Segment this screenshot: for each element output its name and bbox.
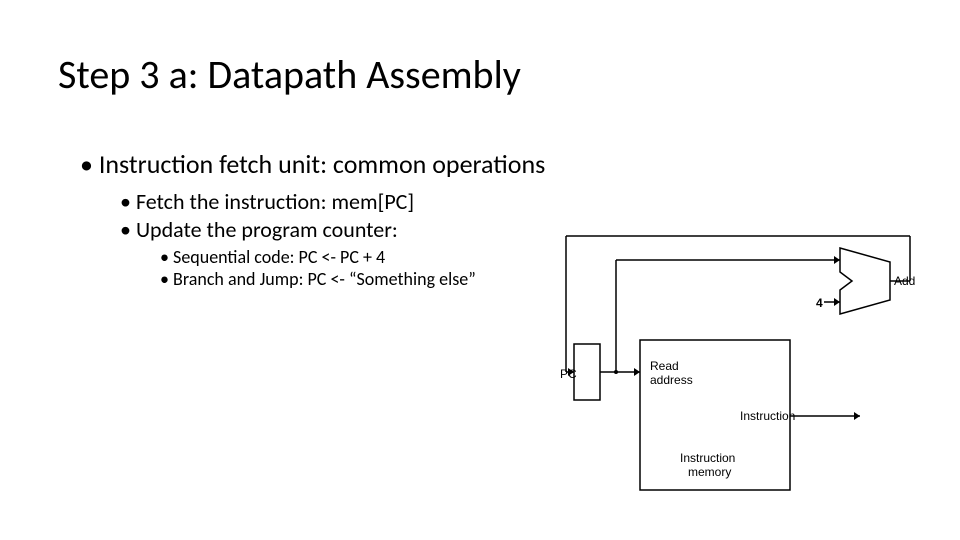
read-address-label-2: address bbox=[650, 373, 693, 387]
imem-label-1: Instruction bbox=[680, 451, 735, 465]
slide-title: Step 3 a: Datapath Assembly bbox=[58, 50, 521, 99]
constant-four-label: 4 bbox=[816, 296, 823, 310]
bullet-level3-branch: Branch and Jump: PC <- “Something else” bbox=[160, 268, 476, 290]
imem-label-2: memory bbox=[688, 465, 731, 479]
instruction-out-label: Instruction bbox=[740, 409, 795, 423]
read-address-label-1: Read bbox=[650, 359, 679, 373]
bullet-level2-update: Update the program counter: bbox=[120, 216, 398, 243]
bullet-level2-fetch: Fetch the instruction: mem[PC] bbox=[120, 188, 414, 215]
datapath-diagram: PC Read address Instruction Instruction … bbox=[560, 230, 940, 510]
wire-junction bbox=[614, 370, 618, 374]
arrowhead-adder-top bbox=[834, 256, 840, 264]
bullet-level3-sequential: Sequential code: PC <- PC + 4 bbox=[160, 246, 385, 268]
pc-register-box bbox=[574, 344, 600, 400]
arrowhead-imem bbox=[634, 368, 640, 376]
arrowhead-instruction bbox=[854, 412, 860, 420]
arrowhead-four bbox=[834, 298, 840, 306]
adder-shape bbox=[840, 248, 890, 314]
bullet-level1: Instruction fetch unit: common operation… bbox=[80, 148, 545, 180]
